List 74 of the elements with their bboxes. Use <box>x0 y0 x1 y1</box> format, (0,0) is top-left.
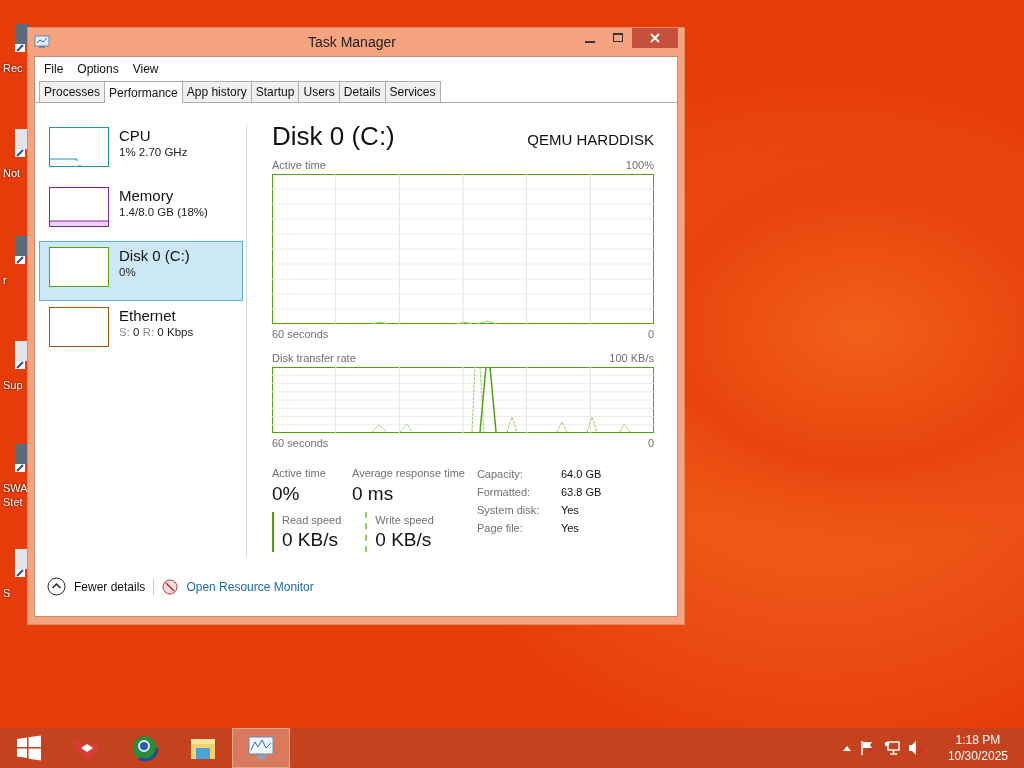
flag-icon[interactable] <box>859 740 876 756</box>
graph-min-label: 0 <box>647 435 654 451</box>
property-value: Yes <box>560 521 579 536</box>
icon-label: Not <box>3 166 21 180</box>
globe-icon <box>130 733 160 763</box>
close-button[interactable] <box>632 28 678 48</box>
clock-time: 1:18 PM <box>954 732 1002 748</box>
tab[interactable]: Users <box>298 81 340 102</box>
maximize-icon <box>613 33 623 43</box>
speed-label: Read speed <box>282 512 342 528</box>
property-value: 63.8 GB <box>560 485 602 500</box>
tab[interactable]: App history <box>181 81 252 102</box>
item-name: Memory <box>119 187 175 204</box>
window-title: Task Manager <box>308 32 396 52</box>
sidebar-item[interactable]: CPU 1% 2.70 GHz <box>39 121 243 181</box>
graph-time-label: 60 seconds <box>272 435 329 451</box>
network-icon[interactable] <box>883 740 900 756</box>
icon-label: Rec <box>3 61 23 75</box>
tab[interactable]: Startup <box>250 81 300 102</box>
chevron-up-icon[interactable] <box>841 744 852 752</box>
sidebar-item[interactable]: Ethernet S: 0 R: 0 Kbps <box>39 301 243 361</box>
item-detail: 1.4/8.0 GB (18%) <box>119 205 208 220</box>
item-name: CPU <box>119 127 152 144</box>
speed-value: 0 KB/s <box>375 528 433 552</box>
speed-label: Write speed <box>375 512 434 528</box>
icon-label: S <box>3 586 11 600</box>
graph-min-label: 0 <box>647 326 654 342</box>
item-detail: 1% 2.70 GHz <box>119 145 188 160</box>
stat-value: 0 ms <box>352 481 395 506</box>
windows-logo-icon <box>16 735 42 761</box>
sidebar-item[interactable]: Disk 0 (C:) 0% <box>39 241 243 301</box>
icon-label: Sup <box>3 378 23 392</box>
sidebar-item[interactable]: Memory 1.4/8.0 GB (18%) <box>39 181 243 241</box>
fewer-details-button[interactable]: Fewer details <box>47 577 146 596</box>
resource-monitor-link[interactable]: Open Resource Monitor <box>186 577 314 596</box>
speaker-muted-icon[interactable] <box>907 740 924 756</box>
property-value: Yes <box>560 503 579 518</box>
disk-title: Disk 0 (C:) <box>272 121 395 151</box>
property-label: Capacity: <box>476 467 524 482</box>
icon-label: Stet <box>3 495 23 509</box>
close-icon <box>650 33 660 43</box>
menu-item[interactable]: File <box>37 59 71 79</box>
stat-label: Active time <box>272 466 327 481</box>
chevron-up-icon <box>47 577 66 596</box>
tab[interactable]: Performance <box>104 81 183 103</box>
item-detail: S: 0 R: 0 Kbps <box>119 325 194 340</box>
graph-label: Active time <box>272 158 326 173</box>
item-name: Disk 0 (C:) <box>119 247 190 264</box>
property-label: System disk: <box>476 503 541 518</box>
property-label: Page file: <box>476 521 524 536</box>
stat-label: Average response time <box>352 466 465 481</box>
clock[interactable]: 1:18 PM 10/30/2025 <box>947 732 1008 764</box>
clock-date: 10/30/2025 <box>947 748 1008 764</box>
tab[interactable]: Processes <box>39 81 106 102</box>
icon-label: SWA <box>3 481 28 495</box>
item-detail: 0% <box>119 265 137 280</box>
tab[interactable]: Services <box>384 81 441 102</box>
taskbar-app[interactable] <box>232 728 290 768</box>
graph-label: Disk transfer rate <box>272 351 356 366</box>
disk-model: QEMU HARDDISK <box>527 129 654 150</box>
tab[interactable]: Details <box>338 81 386 102</box>
property-label: Formatted: <box>476 485 532 500</box>
graph-max-label: 100% <box>625 158 654 173</box>
minimize-icon <box>585 40 595 43</box>
speed-value: 0 KB/s <box>282 528 339 552</box>
property-value: 64.0 GB <box>560 467 602 482</box>
app-icon <box>34 35 50 49</box>
menu-item[interactable]: View <box>125 59 166 79</box>
graph-time-label: 60 seconds <box>272 326 329 342</box>
icon-label: r <box>3 273 7 287</box>
item-name: Ethernet <box>119 307 177 324</box>
menu-item[interactable]: Options <box>70 59 126 79</box>
stat-value: 0% <box>272 481 301 506</box>
graph-max-label: 100 KB/s <box>609 351 654 366</box>
